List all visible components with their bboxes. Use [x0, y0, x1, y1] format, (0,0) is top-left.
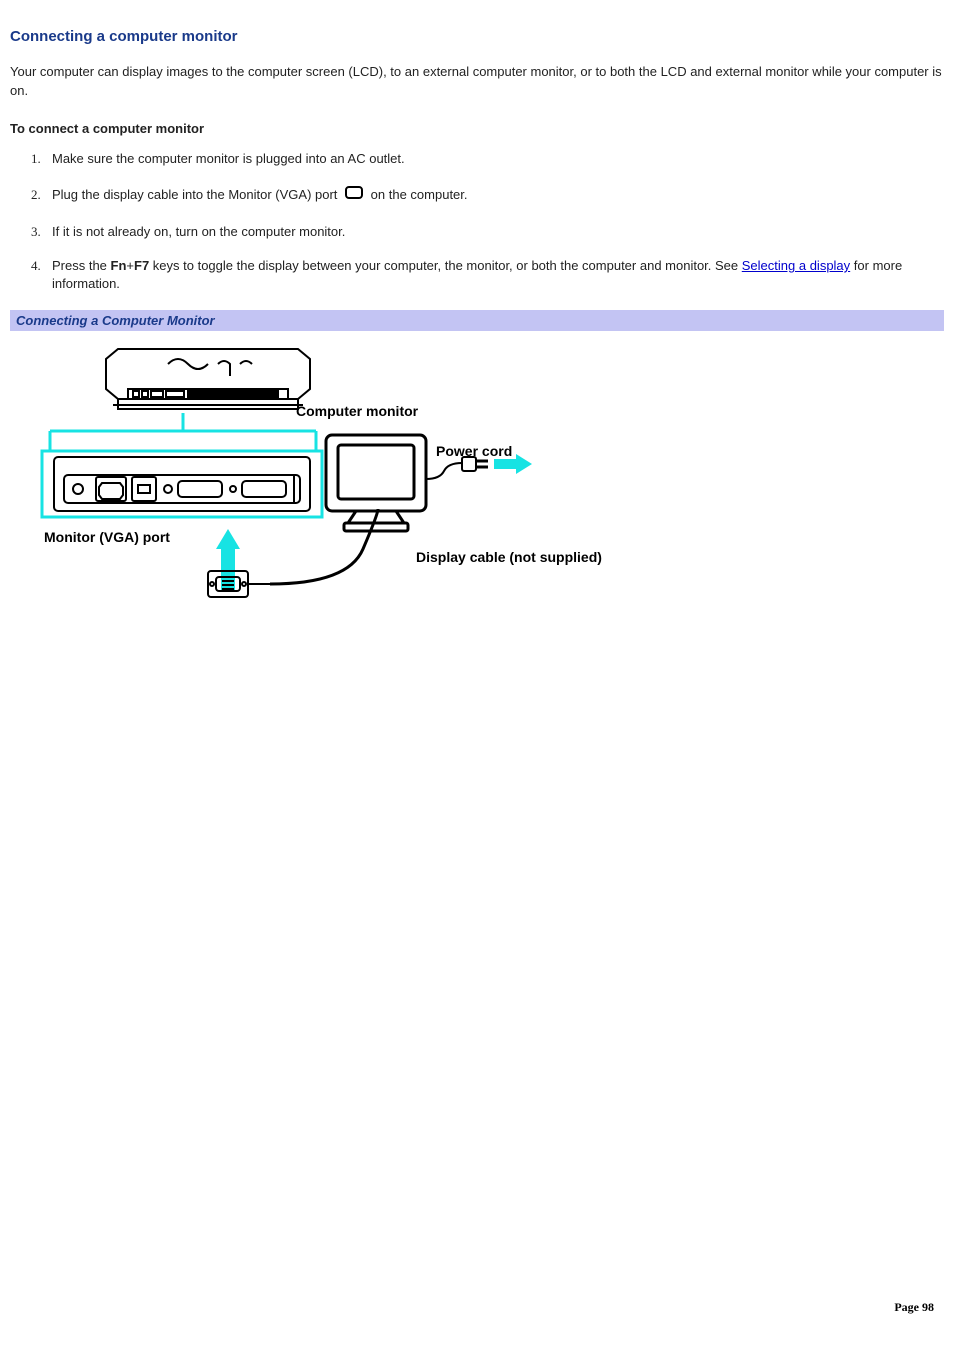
figure-diagram: Computer monitor Power cord Monitor (VGA…	[18, 339, 658, 619]
key-fn: Fn	[111, 258, 127, 273]
step-3-text: If it is not already on, turn on the com…	[52, 224, 345, 239]
label-power-cord: Power cord	[436, 443, 512, 459]
step-2-text-b: on the computer.	[371, 187, 468, 202]
label-display-cable: Display cable (not supplied)	[416, 549, 602, 565]
step-4: Press the Fn+F7 keys to toggle the displ…	[44, 257, 944, 293]
key-f7: F7	[134, 258, 149, 273]
page-number: Page 98	[894, 1300, 934, 1315]
intro-paragraph: Your computer can display images to the …	[10, 63, 944, 101]
steps-list: Make sure the computer monitor is plugge…	[10, 150, 944, 294]
diagram-svg	[18, 339, 658, 619]
label-vga-port: Monitor (VGA) port	[44, 529, 170, 545]
step-4-text-b: keys to toggle the display between your …	[149, 258, 742, 273]
step-1: Make sure the computer monitor is plugge…	[44, 150, 944, 168]
section-title: Connecting a computer monitor	[10, 28, 944, 45]
monitor-port-icon	[343, 184, 365, 207]
figure-caption: Connecting a Computer Monitor	[10, 310, 944, 331]
subheading: To connect a computer monitor	[10, 121, 944, 136]
label-computer-monitor: Computer monitor	[296, 403, 418, 419]
key-plus: +	[126, 258, 134, 273]
page-root: Connecting a computer monitor Your compu…	[0, 0, 954, 1351]
step-2-text-a: Plug the display cable into the Monitor …	[52, 187, 341, 202]
step-3: If it is not already on, turn on the com…	[44, 223, 944, 241]
selecting-display-link[interactable]: Selecting a display	[742, 258, 850, 273]
step-1-text: Make sure the computer monitor is plugge…	[52, 151, 405, 166]
step-4-text-a: Press the	[52, 258, 111, 273]
step-2: Plug the display cable into the Monitor …	[44, 184, 944, 207]
